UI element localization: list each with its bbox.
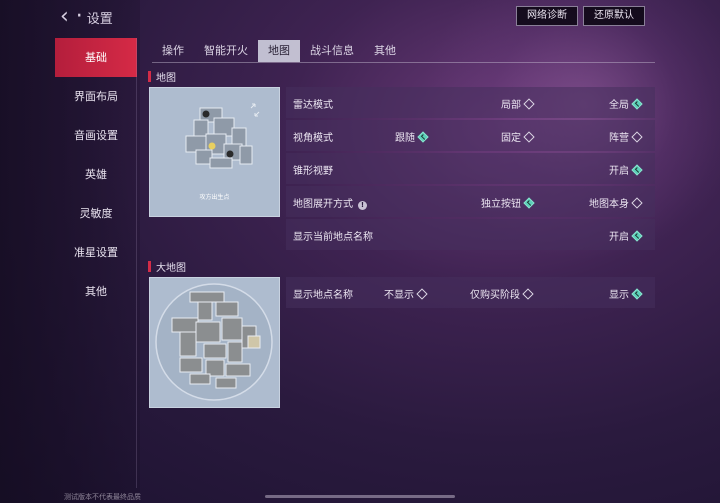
option-local[interactable]: 局部 bbox=[501, 96, 535, 111]
test-version-note: 测试版本不代表最终品质 bbox=[64, 493, 141, 501]
option-show[interactable]: 显示 bbox=[609, 286, 643, 301]
option-text: 开启 bbox=[609, 166, 629, 177]
diamond-checked-icon bbox=[417, 130, 429, 143]
option-faction[interactable]: 阵营 bbox=[609, 129, 643, 144]
section-marker bbox=[148, 70, 151, 82]
sidebar-item-hero[interactable]: 英雄 bbox=[55, 155, 137, 194]
back-arrow-icon: ‹ · bbox=[60, 4, 83, 29]
sidebar-divider bbox=[136, 38, 137, 488]
section-title-map: 地图 bbox=[156, 72, 176, 84]
sidebar-item-layout[interactable]: 界面布局 bbox=[55, 77, 137, 116]
setting-label: 显示地点名称 bbox=[293, 290, 353, 301]
setting-row-show-place-name: 显示地点名称 不显示 仅购买阶段 显示 bbox=[286, 277, 655, 308]
option-global[interactable]: 全局 bbox=[609, 96, 643, 111]
tab-map[interactable]: 地图 bbox=[258, 40, 300, 62]
section-marker bbox=[148, 260, 151, 272]
option-text: 仅购买阶段 bbox=[470, 290, 520, 301]
setting-row-view-mode: 视角模式 跟随 固定 阵营 bbox=[286, 120, 655, 151]
option-map-itself[interactable]: 地图本身 bbox=[589, 195, 643, 210]
tab-combat-info[interactable]: 战斗信息 bbox=[300, 40, 364, 62]
diamond-checked-icon bbox=[523, 196, 535, 209]
sidebar: 基础 界面布局 音画设置 英雄 灵敏度 准星设置 其他 bbox=[55, 38, 137, 311]
option-text: 局部 bbox=[501, 100, 521, 111]
section-header-bigmap: 大地图 bbox=[148, 259, 186, 274]
option-fixed[interactable]: 固定 bbox=[501, 129, 535, 144]
option-text: 阵营 bbox=[609, 133, 629, 144]
option-text: 开启 bbox=[609, 232, 629, 243]
sidebar-item-audio-video[interactable]: 音画设置 bbox=[55, 116, 137, 155]
bigmap-preview bbox=[149, 277, 280, 408]
setting-row-cone-view: 锥形视野 开启 bbox=[286, 153, 655, 184]
option-text: 固定 bbox=[501, 133, 521, 144]
option-text: 独立按钮 bbox=[481, 199, 521, 210]
diamond-checkbox-icon bbox=[631, 196, 643, 209]
info-icon[interactable]: ! bbox=[358, 201, 367, 210]
section-header-map: 地图 bbox=[148, 69, 176, 84]
diamond-checkbox-icon bbox=[523, 130, 535, 143]
diamond-checkbox-icon bbox=[522, 287, 534, 300]
setting-label: 地图展开方式! bbox=[293, 195, 367, 210]
back-button[interactable]: ‹ · 设置 bbox=[60, 6, 113, 28]
option-buy-phase-only[interactable]: 仅购买阶段 bbox=[470, 286, 534, 301]
option-hide[interactable]: 不显示 bbox=[384, 286, 428, 301]
sidebar-item-crosshair[interactable]: 准星设置 bbox=[55, 233, 137, 272]
setting-label: 锥形视野 bbox=[293, 166, 333, 177]
setting-label: 雷达模式 bbox=[293, 100, 333, 111]
sidebar-item-sensitivity[interactable]: 灵敏度 bbox=[55, 194, 137, 233]
setting-label-text: 地图展开方式 bbox=[293, 199, 353, 210]
setting-row-map-expand: 地图展开方式! 独立按钮 地图本身 bbox=[286, 186, 655, 217]
tab-other[interactable]: 其他 bbox=[364, 40, 406, 62]
sidebar-item-other[interactable]: 其他 bbox=[55, 272, 137, 311]
option-text: 地图本身 bbox=[589, 199, 629, 210]
setting-label: 视角模式 bbox=[293, 133, 333, 144]
minimap-marker-icon bbox=[202, 110, 210, 118]
bigmap-drawing bbox=[150, 278, 279, 407]
minimap-preview: 攻方出生点 bbox=[149, 87, 280, 217]
diamond-checked-icon bbox=[631, 97, 643, 110]
diamond-checkbox-icon bbox=[416, 287, 428, 300]
option-text: 不显示 bbox=[384, 290, 414, 301]
page-title: 设置 bbox=[86, 11, 113, 27]
setting-row-show-location-name: 显示当前地点名称 开启 bbox=[286, 219, 655, 250]
diamond-checked-icon bbox=[631, 163, 643, 176]
home-indicator bbox=[265, 495, 455, 498]
option-enable[interactable]: 开启 bbox=[609, 228, 643, 243]
section-title-bigmap: 大地图 bbox=[156, 262, 186, 274]
option-enable[interactable]: 开启 bbox=[609, 162, 643, 177]
setting-label: 显示当前地点名称 bbox=[293, 232, 373, 243]
tab-underline bbox=[152, 62, 655, 63]
tab-smart-fire[interactable]: 智能开火 bbox=[194, 40, 258, 62]
setting-row-radar-mode: 雷达模式 局部 全局 bbox=[286, 87, 655, 118]
diamond-checked-icon bbox=[631, 287, 643, 300]
minimap-caption: 攻方出生点 bbox=[199, 194, 230, 201]
diamond-checkbox-icon bbox=[523, 97, 535, 110]
tab-controls[interactable]: 操作 bbox=[152, 40, 194, 62]
network-diagnose-button[interactable]: 网络诊断 bbox=[516, 6, 578, 26]
diamond-checked-icon bbox=[631, 229, 643, 242]
option-follow[interactable]: 跟随 bbox=[395, 129, 429, 144]
option-text: 跟随 bbox=[395, 133, 415, 144]
restore-default-button[interactable]: 还原默认 bbox=[583, 6, 645, 26]
sidebar-item-basic[interactable]: 基础 bbox=[55, 38, 137, 77]
diamond-checkbox-icon bbox=[631, 130, 643, 143]
option-text: 全局 bbox=[609, 100, 629, 111]
option-text: 显示 bbox=[609, 290, 629, 301]
option-standalone-button[interactable]: 独立按钮 bbox=[481, 195, 535, 210]
tab-bar: 操作 智能开火 地图 战斗信息 其他 bbox=[152, 40, 406, 62]
player-position-icon bbox=[208, 142, 216, 150]
